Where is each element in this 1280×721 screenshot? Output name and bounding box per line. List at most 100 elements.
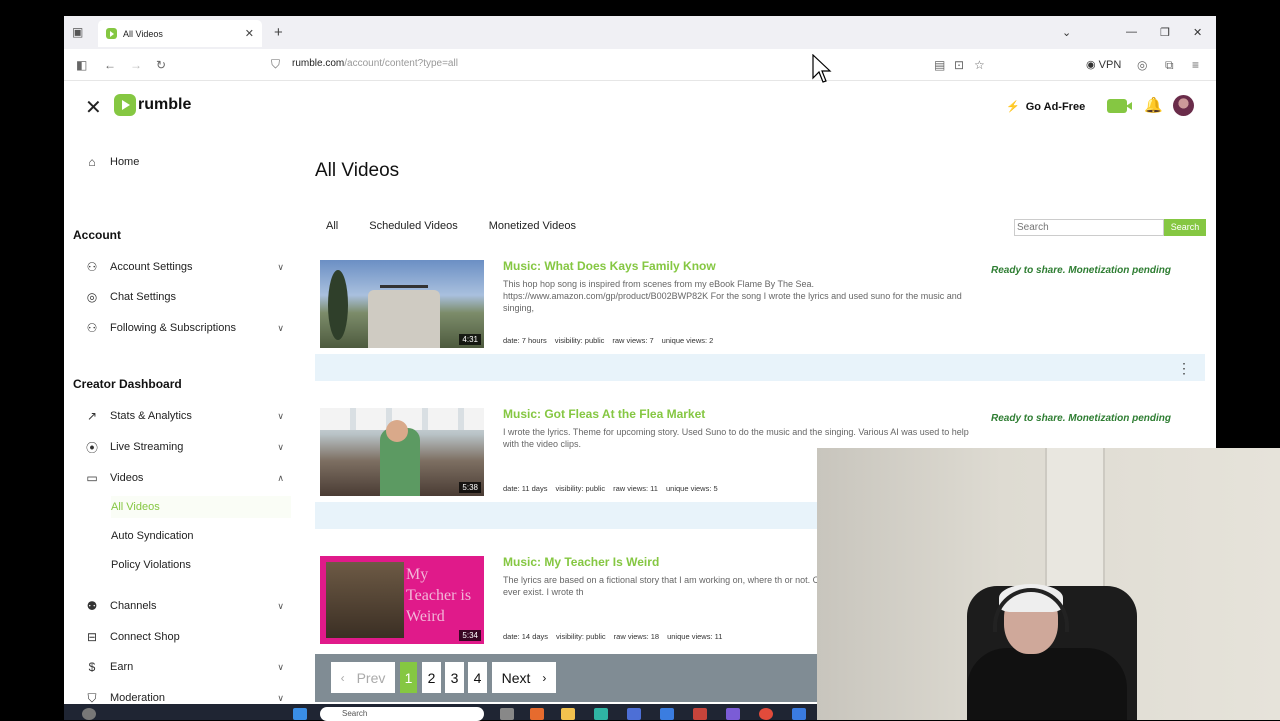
video-title[interactable]: Music: What Does Kays Family Know [503,259,716,273]
prev-page-button[interactable]: ‹ Prev [331,662,395,693]
tab-close-icon[interactable]: ✕ [245,27,254,40]
video-thumbnail[interactable]: 4:31 [320,260,484,348]
more-options-icon[interactable]: ⋮ [1177,360,1191,377]
reload-icon[interactable]: ↻ [156,58,166,72]
broadcast-icon: ⦿ [85,440,98,455]
app-icon[interactable] [792,708,806,720]
bookmark-star-icon[interactable]: ☆ [974,58,985,72]
video-meta: date: 14 days visibility: public raw vie… [503,632,722,641]
sidebar-item-following[interactable]: ⚇ Following & Subscriptions ∨ [84,317,284,339]
weather-icon[interactable] [82,708,96,720]
sidebar-item-home[interactable]: ⌂ Home [84,151,284,173]
video-thumbnail[interactable]: 5:38 [320,408,484,496]
sidebar-item-label: Moderation [110,692,166,704]
shield-icon[interactable]: ⛉ [271,57,280,72]
chevron-down-icon: ∨ [277,261,284,272]
extensions-icon[interactable]: ⧉ [1165,58,1174,73]
video-thumbnail[interactable]: My Teacher is Weird 5:34 [320,556,484,644]
chat-settings-icon: ◎ [86,290,98,304]
restore-button[interactable]: ❐ [1160,26,1170,39]
account-icon[interactable]: ◎ [1137,58,1147,72]
video-title[interactable]: Music: My Teacher Is Weird [503,555,659,569]
minimize-button[interactable]: — [1126,26,1137,38]
taskbar: Search [64,704,817,721]
edge-icon[interactable] [594,708,608,720]
trending-icon: ↗ [86,409,98,423]
app-icon[interactable] [693,708,707,720]
tab-overflow-chevron-icon[interactable]: ⌄ [1062,26,1071,39]
sidebar-item-moderation[interactable]: ⛉ Moderation ∨ [84,687,284,705]
reader-view-icon[interactable]: ▤ [934,58,945,72]
sidebar-item-chat-settings[interactable]: ◎ Chat Settings [84,286,284,308]
site-header: ✕ rumble ⚡ Go Ad-Free 🔔 [64,82,1216,132]
video-date: date: 14 days [503,632,549,641]
video-visibility: visibility: public [554,336,605,345]
sidebar-item-label: Connect Shop [110,631,180,643]
address-bar[interactable]: rumble.com/account/content?type=all [292,58,458,69]
back-icon[interactable]: ← [104,58,116,72]
windows-start-icon[interactable] [293,708,307,720]
shop-bag-icon: ⊟ [86,630,98,644]
tab-scheduled-videos[interactable]: Scheduled Videos [369,220,457,232]
sidebar-item-earn[interactable]: $ Earn ∨ [84,656,284,678]
page-1-button[interactable]: 1 [400,662,417,693]
video-raw-views: raw views: 7 [612,336,654,345]
app-icon[interactable] [660,708,674,720]
status-badge: Ready to share. Monetization pending [991,413,1172,424]
search-button[interactable]: Search [1164,219,1206,236]
sidebar-item-auto-syndication[interactable]: Auto Syndication [111,525,291,547]
notifications-bell-icon[interactable]: 🔔 [1144,96,1163,114]
sidebar-item-live-streaming[interactable]: ⦿ Live Streaming ∨ [84,436,284,458]
video-camera-icon: ▭ [86,471,98,485]
new-tab-button[interactable]: + [274,24,283,41]
avatar[interactable] [1173,95,1194,116]
menu-icon[interactable]: ≡ [1192,58,1199,72]
video-actions-bar: ⋮ [315,354,1205,381]
sidebar-item-connect-shop[interactable]: ⊟ Connect Shop [84,626,284,648]
chevron-down-icon: ∨ [277,410,284,421]
sidebar-item-stats[interactable]: ↗ Stats & Analytics ∨ [84,405,284,427]
page-2-button[interactable]: 2 [422,662,441,693]
sidebar-item-channels[interactable]: ⚉ Channels ∨ [84,595,284,617]
close-window-button[interactable]: ✕ [1193,26,1202,39]
next-page-button[interactable]: Next › [492,662,556,693]
video-title[interactable]: Music: Got Fleas At the Flea Market [503,407,705,421]
video-row: 4:31 Music: What Does Kays Family Know T… [315,256,1205,404]
task-view-icon[interactable] [500,708,514,720]
download-page-icon[interactable]: ⊡ [954,58,964,72]
app-icon[interactable] [726,708,740,720]
firefox-icon[interactable] [530,708,544,720]
rumble-favicon-icon [106,28,117,39]
tab-list-icon[interactable]: ▣ [72,25,86,39]
page-title: All Videos [315,160,400,181]
forward-icon[interactable]: → [130,58,142,72]
video-meta: date: 11 days visibility: public raw vie… [503,484,718,493]
video-visibility: visibility: public [556,632,606,641]
prev-label: Prev [356,669,386,686]
chrome-icon[interactable] [759,708,773,720]
tab-all-videos[interactable]: All Videos ✕ [98,20,262,47]
chevron-down-icon: ∨ [277,600,284,611]
user-settings-icon: ⚇ [86,260,98,274]
sidebar-item-policy-violations[interactable]: Policy Violations [111,554,291,576]
sidebar-item-account-settings[interactable]: ⚇ Account Settings ∨ [84,256,284,278]
sidebar-item-videos[interactable]: ▭ Videos ∧ [84,467,284,489]
file-explorer-icon[interactable] [561,708,575,720]
sidebar-item-label: Chat Settings [110,291,177,303]
store-icon[interactable] [627,708,641,720]
sidebar-item-all-videos[interactable]: All Videos [111,496,291,518]
search-input[interactable] [1014,219,1164,236]
rumble-logo[interactable]: rumble [114,94,191,116]
close-menu-icon[interactable]: ✕ [85,95,102,120]
vpn-button[interactable]: ◉ VPN [1086,58,1121,71]
page-3-button[interactable]: 3 [445,662,464,693]
video-raw-views: raw views: 18 [613,632,660,641]
tab-monetized-videos[interactable]: Monetized Videos [489,220,576,232]
sidebar-toggle-icon[interactable]: ◧ [76,58,87,72]
go-ad-free-button[interactable]: ⚡ Go Ad-Free [1006,100,1085,113]
page-4-button[interactable]: 4 [468,662,487,693]
taskbar-search[interactable]: Search [320,707,484,721]
tab-all[interactable]: All [326,220,338,232]
upload-video-icon[interactable] [1107,99,1132,113]
vpn-label: VPN [1098,59,1122,71]
